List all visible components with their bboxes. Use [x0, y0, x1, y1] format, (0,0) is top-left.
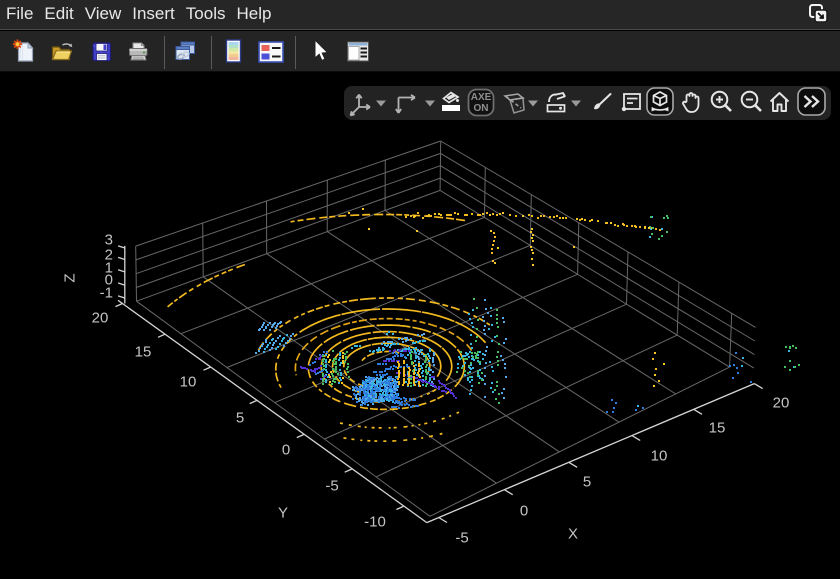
svg-text:ON: ON — [474, 103, 489, 114]
svg-text:X: X — [568, 526, 578, 543]
svg-text:-5: -5 — [325, 478, 338, 495]
svg-text:20: 20 — [92, 310, 109, 327]
svg-text:Y: Y — [278, 505, 288, 522]
svg-text:-1: -1 — [100, 285, 113, 302]
svg-text:10: 10 — [651, 448, 668, 465]
svg-text:15: 15 — [709, 420, 726, 437]
svg-text:Z: Z — [62, 273, 79, 282]
svg-text:15: 15 — [135, 344, 152, 361]
svg-text:0: 0 — [282, 442, 290, 459]
svg-text:5: 5 — [236, 410, 244, 427]
svg-text:10: 10 — [180, 374, 197, 391]
svg-text:-10: -10 — [364, 514, 386, 531]
svg-text:20: 20 — [773, 395, 790, 412]
svg-text:-5: -5 — [455, 530, 468, 547]
svg-text:0: 0 — [520, 503, 528, 520]
svg-text:AXE: AXE — [471, 92, 492, 103]
svg-text:5: 5 — [583, 474, 591, 491]
